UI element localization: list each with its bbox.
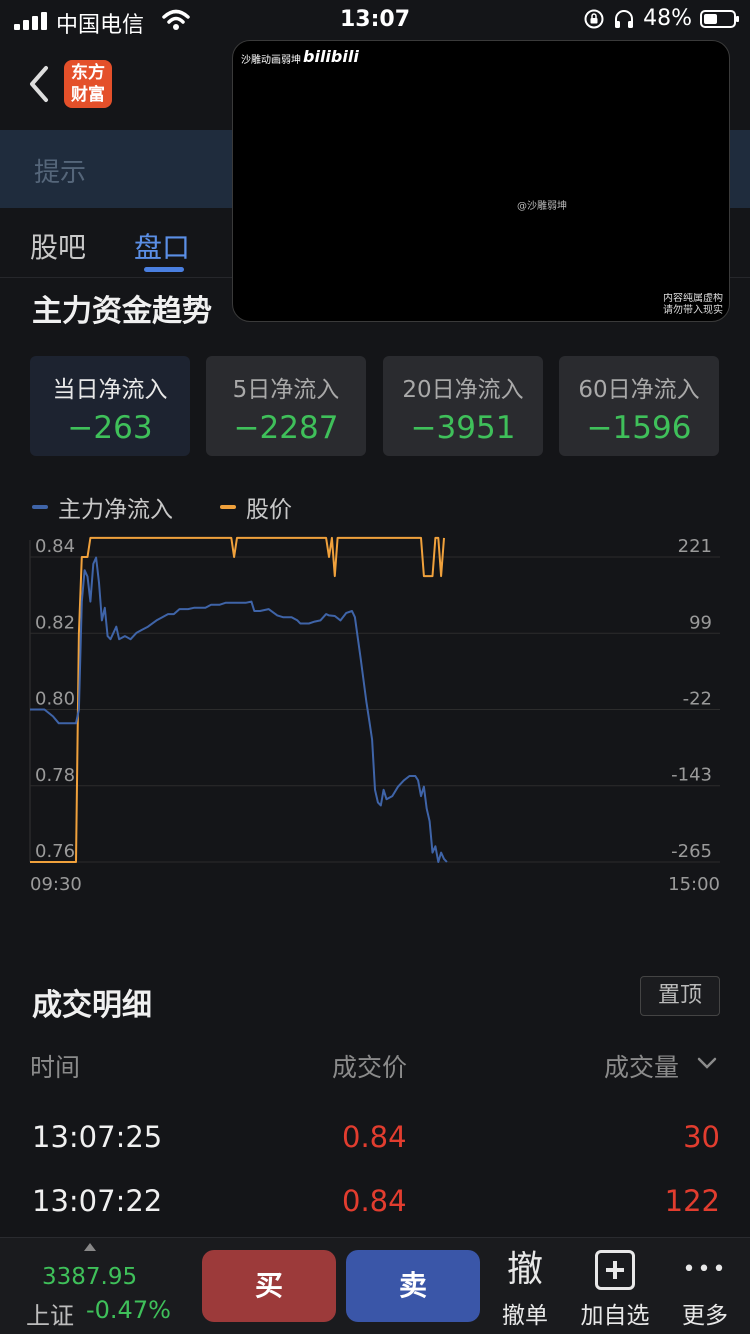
column-header-volume[interactable]: 成交量 <box>604 1048 679 1084</box>
video-disclaimer: 内容纯属虚构 请勿带入现实 <box>663 293 723 316</box>
y-right-tick-label: 99 <box>689 613 712 634</box>
cancel-order-icon: 撤 <box>506 1249 543 1290</box>
flow-card-today[interactable]: 当日净流入 −263 <box>30 356 190 456</box>
tab-guba[interactable]: 股吧 <box>30 226 86 266</box>
more-dots-icon: ••• <box>682 1257 728 1282</box>
tip-label: 提示 <box>34 158 87 188</box>
plus-square-icon <box>595 1250 635 1290</box>
bottom-action-bar: 3387.95 上证 -0.47% 买 卖 撤 撤单 加自选 ••• 更多 <box>0 1237 750 1334</box>
index-value[interactable]: 3387.95 <box>42 1264 137 1290</box>
more-button[interactable]: ••• 更多 <box>660 1244 750 1330</box>
y-right-tick-label: -143 <box>671 764 712 785</box>
trade-volume: 30 <box>683 1120 720 1154</box>
status-bar: 中国电信 13:07 48% <box>0 0 750 40</box>
y-right-tick-label: 221 <box>678 536 712 557</box>
trade-time: 13:07:22 <box>32 1184 163 1218</box>
video-title: 沙雕动画弱坤 <box>241 55 301 66</box>
y-left-tick-label: 0.80 <box>35 689 75 710</box>
trade-detail-title: 成交明细 <box>32 988 152 1023</box>
floating-video-player[interactable]: 沙雕动画弱坤 bilibili @沙雕弱坤 内容纯属虚构 请勿带入现实 <box>232 40 730 322</box>
trade-price: 0.84 <box>342 1184 407 1218</box>
rotation-lock-icon <box>584 9 604 28</box>
buy-button[interactable]: 买 <box>202 1250 336 1322</box>
flow-card-20d[interactable]: 20日净流入 −3951 <box>383 356 543 456</box>
y-right-tick-label: -265 <box>671 841 712 862</box>
flow-card-5d[interactable]: 5日净流入 −2287 <box>206 356 366 456</box>
flow-card-60d[interactable]: 60日净流入 −1596 <box>559 356 719 456</box>
add-watchlist-button[interactable]: 加自选 <box>570 1244 660 1330</box>
battery-percent: 48% <box>643 6 692 31</box>
battery-icon <box>700 9 739 28</box>
column-header-price: 成交价 <box>332 1053 408 1082</box>
legend-flow: 主力净流入 <box>32 490 173 524</box>
trade-time: 13:07:25 <box>32 1120 163 1154</box>
tab-pankou[interactable]: 盘口 <box>134 226 190 266</box>
legend-price: 股价 <box>220 490 292 524</box>
chevron-down-icon[interactable] <box>696 1056 718 1070</box>
index-change[interactable]: -0.47% <box>86 1296 171 1324</box>
section-title-fund-trend: 主力资金趋势 <box>32 294 212 329</box>
app-logo: 东方 财富 <box>64 60 112 108</box>
y-left-tick-label: 0.76 <box>35 841 75 862</box>
sell-button[interactable]: 卖 <box>346 1250 480 1322</box>
cancel-order-button[interactable]: 撤 撤单 <box>480 1244 570 1330</box>
trade-volume: 122 <box>664 1184 720 1218</box>
bilibili-logo: bilibili <box>303 47 359 66</box>
x-tick-label-end: 15:00 <box>668 874 720 895</box>
legend-flow-swatch <box>32 505 48 509</box>
x-tick-label-start: 09:30 <box>30 874 82 895</box>
y-left-tick-label: 0.78 <box>35 765 75 786</box>
pin-to-top-button[interactable]: 置顶 <box>640 976 720 1016</box>
caret-up-icon <box>84 1243 96 1251</box>
y-left-tick-label: 0.84 <box>35 536 75 557</box>
y-left-tick-label: 0.82 <box>35 612 75 633</box>
column-header-time: 时间 <box>30 1053 81 1082</box>
fund-trend-chart: 0.84 0.82 0.80 0.78 0.76 221 99 -22 -143 -265 09:3… <box>29 536 720 895</box>
y-right-tick-label: -22 <box>683 689 712 710</box>
index-name[interactable]: 上证 <box>26 1296 74 1331</box>
trade-price: 0.84 <box>342 1120 407 1154</box>
back-arrow-icon[interactable] <box>24 62 54 106</box>
active-tab-indicator <box>144 267 184 272</box>
video-watermark: @沙雕弱坤 <box>517 201 567 212</box>
legend-price-swatch <box>220 505 236 509</box>
headphones-icon <box>615 9 634 28</box>
